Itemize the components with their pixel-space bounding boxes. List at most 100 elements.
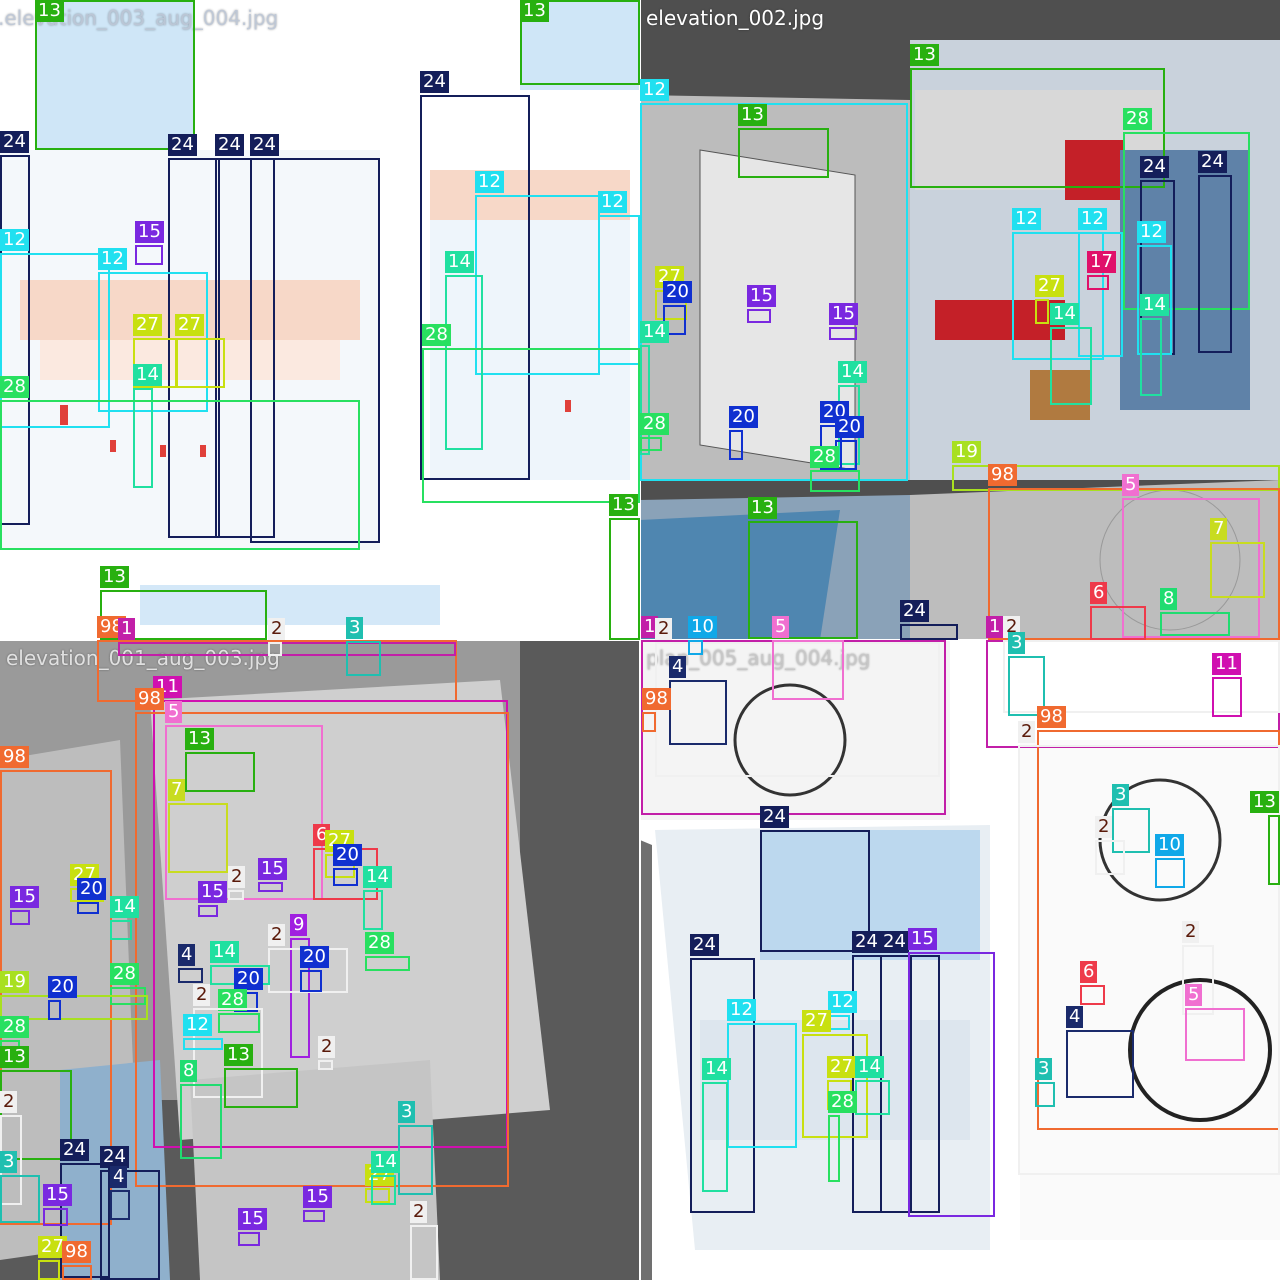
detection-box (669, 680, 727, 745)
detection-class-label: 4 (1066, 1006, 1084, 1028)
detection-class-label: 2 (1095, 816, 1113, 838)
detection-box (238, 1232, 260, 1246)
detection-box (1185, 1008, 1245, 1061)
detection-box (908, 952, 995, 1217)
detection-class-label: 98 (0, 746, 29, 768)
detection-class-label: 20 (663, 281, 692, 303)
detection-box (48, 1000, 61, 1020)
detection-box (810, 470, 860, 492)
detection-class-label: 12 (727, 999, 756, 1021)
detection-box (300, 970, 322, 992)
detection-class-label: 24 (900, 600, 929, 622)
detection-overlay: 13 13 24 24 24 24 24 12 12 12 12 15 27 27 14 14 28 28 13 13… (0, 0, 1280, 1280)
detection-box (258, 882, 283, 892)
detection-class-label: 8 (1160, 588, 1178, 610)
detection-box (747, 309, 771, 323)
detection-class-label: 14 (838, 361, 867, 383)
detection-box (198, 905, 218, 917)
detection-class-label: 4 (178, 944, 196, 966)
detection-class-label: 24 (690, 934, 719, 956)
detection-class-label: 17 (1087, 251, 1116, 273)
detection-class-label: 1 (986, 616, 1004, 638)
detection-box (1198, 175, 1232, 353)
detection-class-label: 12 (1012, 208, 1041, 230)
detection-class-label: 28 (110, 963, 139, 985)
detection-box (35, 0, 195, 150)
detection-box (410, 1225, 438, 1280)
detection-class-label: 3 (398, 1101, 416, 1123)
detection-class-label: 19 (952, 441, 981, 463)
detection-mosaic: .elevation_003_aug_004.jpg elevation_002… (0, 0, 1280, 1280)
detection-box (1080, 985, 1105, 1005)
detection-class-label: 12 (475, 171, 504, 193)
detection-box (268, 642, 282, 656)
detection-class-label: 15 (10, 886, 39, 908)
detection-class-label: 28 (422, 324, 451, 346)
detection-class-label: 7 (168, 779, 186, 801)
detection-box (738, 128, 829, 178)
detection-box (1035, 1082, 1055, 1107)
detection-class-label: 3 (1008, 632, 1026, 654)
detection-class-label: 3 (1112, 784, 1130, 806)
detection-class-label: 20 (77, 878, 106, 900)
detection-box (1050, 327, 1092, 405)
detection-class-label: 4 (110, 1166, 128, 1188)
detection-class-label: 15 (258, 858, 287, 880)
detection-box (640, 437, 662, 451)
detection-class-label: 6 (1090, 582, 1108, 604)
detection-class-label: 98 (642, 688, 671, 710)
detection-class-label: 14 (210, 941, 239, 963)
detection-box (371, 1175, 396, 1205)
detection-class-label: 5 (1122, 474, 1140, 496)
detection-box (118, 642, 456, 656)
detection-class-label: 14 (1050, 303, 1079, 325)
detection-class-label: 24 (250, 134, 279, 156)
detection-box (228, 890, 244, 900)
detection-box (135, 245, 163, 265)
detection-class-label: 14 (371, 1151, 400, 1173)
detection-class-label: 14 (133, 364, 162, 386)
detection-box (303, 1210, 325, 1222)
detection-class-label: 14 (640, 321, 669, 343)
detection-class-label: 14 (445, 251, 474, 273)
detection-box (1035, 299, 1049, 324)
detection-class-label: 12 (1078, 208, 1107, 230)
detection-class-label: 15 (238, 1208, 267, 1230)
detection-class-label: 98 (1037, 706, 1066, 728)
detection-class-label: 13 (224, 1044, 253, 1066)
detection-box (180, 1084, 222, 1159)
detection-box (1160, 612, 1230, 636)
detection-box (1268, 815, 1280, 885)
detection-class-label: 24 (0, 131, 29, 153)
detection-class-label: 24 (215, 134, 244, 156)
detection-box (1090, 606, 1146, 640)
detection-class-label: 4 (669, 656, 687, 678)
detection-box (828, 1015, 850, 1030)
detection-class-label: 13 (910, 44, 939, 66)
detection-class-label: 2 (1182, 921, 1200, 943)
detection-box (43, 1208, 68, 1226)
detection-box (855, 1080, 890, 1115)
detection-box (900, 624, 958, 640)
detection-class-label: 24 (420, 71, 449, 93)
detection-box (642, 712, 656, 732)
detection-class-label: 12 (183, 1014, 212, 1036)
detection-class-label: 13 (609, 494, 638, 516)
detection-class-label: 27 (827, 1056, 856, 1078)
detection-box (688, 640, 703, 655)
detection-class-label: 20 (300, 946, 329, 968)
detection-class-label: 24 (60, 1139, 89, 1161)
detection-class-label: 3 (0, 1151, 18, 1173)
detection-class-label: 5 (165, 701, 183, 723)
detection-box (772, 640, 844, 700)
detection-class-label: 9 (290, 914, 308, 936)
detection-class-label: 13 (520, 0, 549, 22)
detection-class-label: 15 (908, 928, 937, 950)
detection-class-label: 15 (43, 1184, 72, 1206)
detection-class-label: 24 (1140, 156, 1169, 178)
detection-class-label: 20 (835, 416, 864, 438)
detection-class-label: 10 (1155, 834, 1184, 856)
detection-box (1066, 1030, 1134, 1098)
detection-box (1087, 275, 1109, 290)
detection-box (38, 1260, 60, 1280)
